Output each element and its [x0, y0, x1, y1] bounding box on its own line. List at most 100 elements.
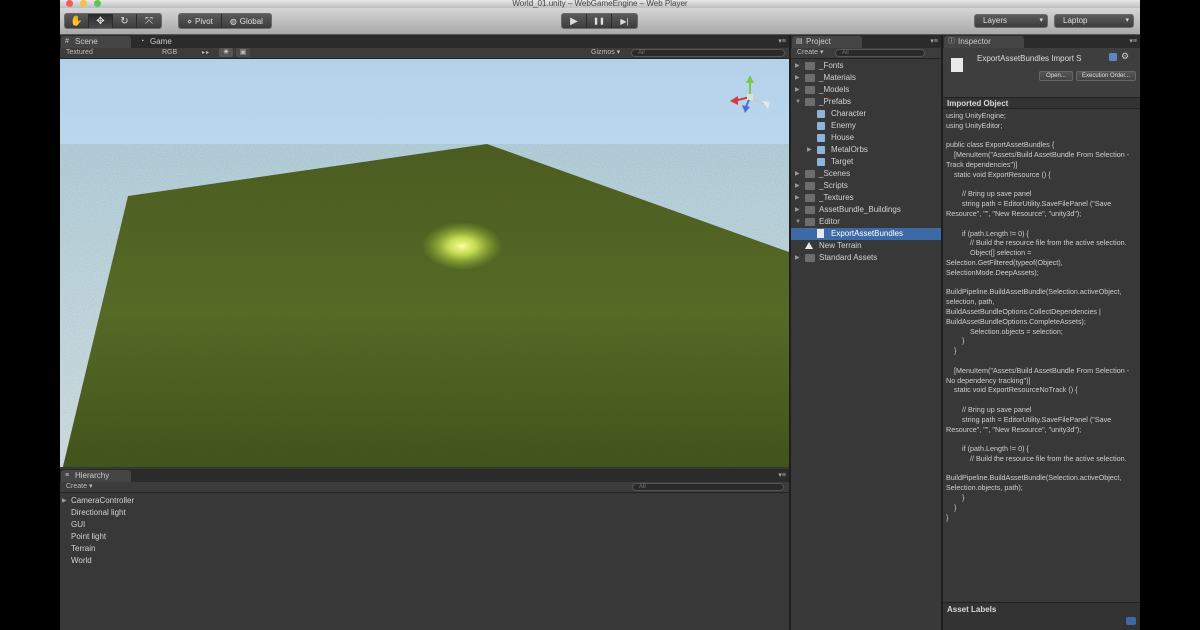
move-tool-button[interactable]: ✥: [89, 14, 113, 28]
project-create-button[interactable]: Create ▾: [797, 48, 823, 58]
project-item[interactable]: ▶ _Fonts: [791, 60, 941, 72]
project-item[interactable]: Target: [791, 156, 941, 168]
project-search-input[interactable]: All: [835, 49, 925, 57]
folder-icon: [805, 206, 815, 214]
add-label-icon[interactable]: [1126, 617, 1136, 625]
panel-menu-icon[interactable]: ▾≡: [778, 37, 786, 45]
open-button[interactable]: Open...: [1039, 71, 1073, 81]
scene-image-toggle-icon[interactable]: ▣: [236, 48, 250, 57]
project-item-label: New Terrain: [819, 241, 862, 250]
zoom-window-button[interactable]: [94, 0, 101, 7]
tab-project[interactable]: ▤ Project: [792, 36, 862, 48]
main-toolbar: ✋ ✥ ↻ ⤧ ⋄ Pivot ◍ Global ▶ ❚❚ ▶| Layers ▾ L…: [60, 8, 1140, 35]
project-item-label: MetalOrbs: [831, 145, 868, 154]
hierarchy-item[interactable]: Directional light: [60, 507, 789, 519]
expand-arrow-icon[interactable]: ▶: [795, 168, 800, 180]
project-item-label: Character: [831, 109, 867, 118]
project-item[interactable]: ▶ _Materials: [791, 72, 941, 84]
global-toggle[interactable]: ◍ Global: [222, 14, 271, 28]
hierarchy-item-label: World: [71, 556, 92, 565]
rotate-tool-button[interactable]: ↻: [113, 14, 137, 28]
transform-tools: ✋ ✥ ↻ ⤧: [64, 13, 162, 29]
expand-arrow-icon[interactable]: ▶: [795, 180, 800, 192]
expand-arrow-icon[interactable]: ▶: [795, 72, 800, 84]
expand-arrow-icon[interactable]: ▶: [62, 495, 67, 507]
gizmos-dropdown[interactable]: Gizmos ▾: [591, 48, 620, 58]
tab-scene[interactable]: # Scene: [61, 36, 131, 48]
layers-label: Layers: [983, 16, 1008, 25]
hand-tool-button[interactable]: ✋: [65, 14, 89, 28]
close-window-button[interactable]: [66, 0, 73, 7]
project-item[interactable]: House: [791, 132, 941, 144]
step-button[interactable]: ▶|: [612, 14, 637, 28]
project-item[interactable]: ▶ _Scenes: [791, 168, 941, 180]
lighting-toggle-icon[interactable]: ✳: [219, 48, 233, 57]
project-item-label: Target: [831, 157, 854, 166]
globe-icon: ◍: [229, 16, 237, 26]
collapse-arrow-icon[interactable]: ▼: [795, 96, 801, 108]
project-item[interactable]: ExportAssetBundles: [791, 228, 941, 240]
script-icon: [817, 229, 824, 238]
pivot-icon: ⋄: [187, 16, 193, 26]
project-item[interactable]: Character: [791, 108, 941, 120]
expand-arrow-icon[interactable]: ▶: [795, 84, 800, 96]
tab-hierarchy[interactable]: ≡ Hierarchy: [61, 470, 131, 482]
tab-inspector[interactable]: ⓘ Inspector: [944, 36, 1024, 48]
project-item-label: _Scenes: [819, 169, 851, 178]
expand-arrow-icon[interactable]: ▶: [795, 192, 800, 204]
panel-menu-icon[interactable]: ▾≡: [930, 37, 938, 45]
expand-arrow-icon[interactable]: ▶: [795, 60, 800, 72]
scale-tool-button[interactable]: ⤧: [137, 14, 161, 28]
prefab-icon: [817, 158, 825, 166]
hierarchy-item[interactable]: World: [60, 555, 789, 567]
layers-dropdown[interactable]: Layers ▾: [974, 14, 1048, 28]
project-item[interactable]: ▶ Standard Assets: [791, 252, 941, 264]
project-item-label: Standard Assets: [819, 253, 878, 262]
collapse-arrow-icon[interactable]: ▼: [795, 216, 801, 228]
execution-order-button[interactable]: Execution Order...: [1076, 71, 1136, 81]
scene-orientation-gizmo[interactable]: [730, 75, 770, 113]
pivot-toggle[interactable]: ⋄ Pivot: [179, 14, 222, 28]
expand-arrow-icon[interactable]: ▶: [807, 144, 812, 156]
hierarchy-item-label: Point light: [71, 532, 107, 541]
hierarchy-search-input[interactable]: All: [632, 483, 784, 491]
hierarchy-item[interactable]: Point light: [60, 531, 789, 543]
project-control-bar: Create ▾ All: [791, 48, 941, 59]
scene-viewport[interactable]: [60, 59, 789, 467]
help-book-icon[interactable]: [1109, 53, 1117, 61]
scene-search-input[interactable]: All: [631, 49, 785, 57]
tab-hierarchy-label: Hierarchy: [75, 471, 110, 480]
gear-icon[interactable]: ⚙: [1121, 51, 1129, 62]
point-light-glow: [422, 222, 502, 270]
render-mode-dropdown[interactable]: Textured: [66, 48, 93, 58]
expand-arrow-icon[interactable]: ▶: [795, 252, 800, 264]
project-item[interactable]: ▶ _Textures: [791, 192, 941, 204]
panel-menu-icon[interactable]: ▾≡: [1129, 37, 1137, 45]
hierarchy-item[interactable]: GUI: [60, 519, 789, 531]
hierarchy-item-label: Directional light: [71, 508, 126, 517]
hierarchy-item[interactable]: Terrain: [60, 543, 789, 555]
panel-menu-icon[interactable]: ▾≡: [778, 471, 786, 479]
scene-tab-bar: # Scene ◔ Game ▾≡: [60, 35, 789, 48]
project-item[interactable]: ▶ AssetBundle_Buildings: [791, 204, 941, 216]
project-item[interactable]: ▶ _Models: [791, 84, 941, 96]
title-bar: World_01.unity – WebGameEngine – Web Pla…: [60, 0, 1140, 8]
project-item[interactable]: ▶ MetalOrbs: [791, 144, 941, 156]
color-mode-dropdown[interactable]: RGB: [162, 48, 177, 58]
project-item[interactable]: ▼ Editor: [791, 216, 941, 228]
project-item[interactable]: Enemy: [791, 120, 941, 132]
expand-arrow-icon[interactable]: ▶: [795, 204, 800, 216]
hierarchy-item[interactable]: ▶ CameraController: [60, 495, 789, 507]
folder-icon: [805, 98, 815, 106]
project-item[interactable]: ▼ _Prefabs: [791, 96, 941, 108]
tab-game[interactable]: ◔ Game: [136, 36, 198, 48]
unity-editor-window: World_01.unity – WebGameEngine – Web Pla…: [60, 0, 1140, 630]
hierarchy-create-button[interactable]: Create ▾: [66, 482, 92, 492]
pause-button[interactable]: ❚❚: [587, 14, 612, 28]
asset-labels-section: Asset Labels: [943, 602, 1140, 630]
play-button[interactable]: ▶: [562, 14, 587, 28]
project-item[interactable]: New Terrain: [791, 240, 941, 252]
layout-dropdown[interactable]: Laptop ▾: [1054, 14, 1134, 28]
minimize-window-button[interactable]: [80, 0, 87, 7]
project-item[interactable]: ▶ _Scripts: [791, 180, 941, 192]
